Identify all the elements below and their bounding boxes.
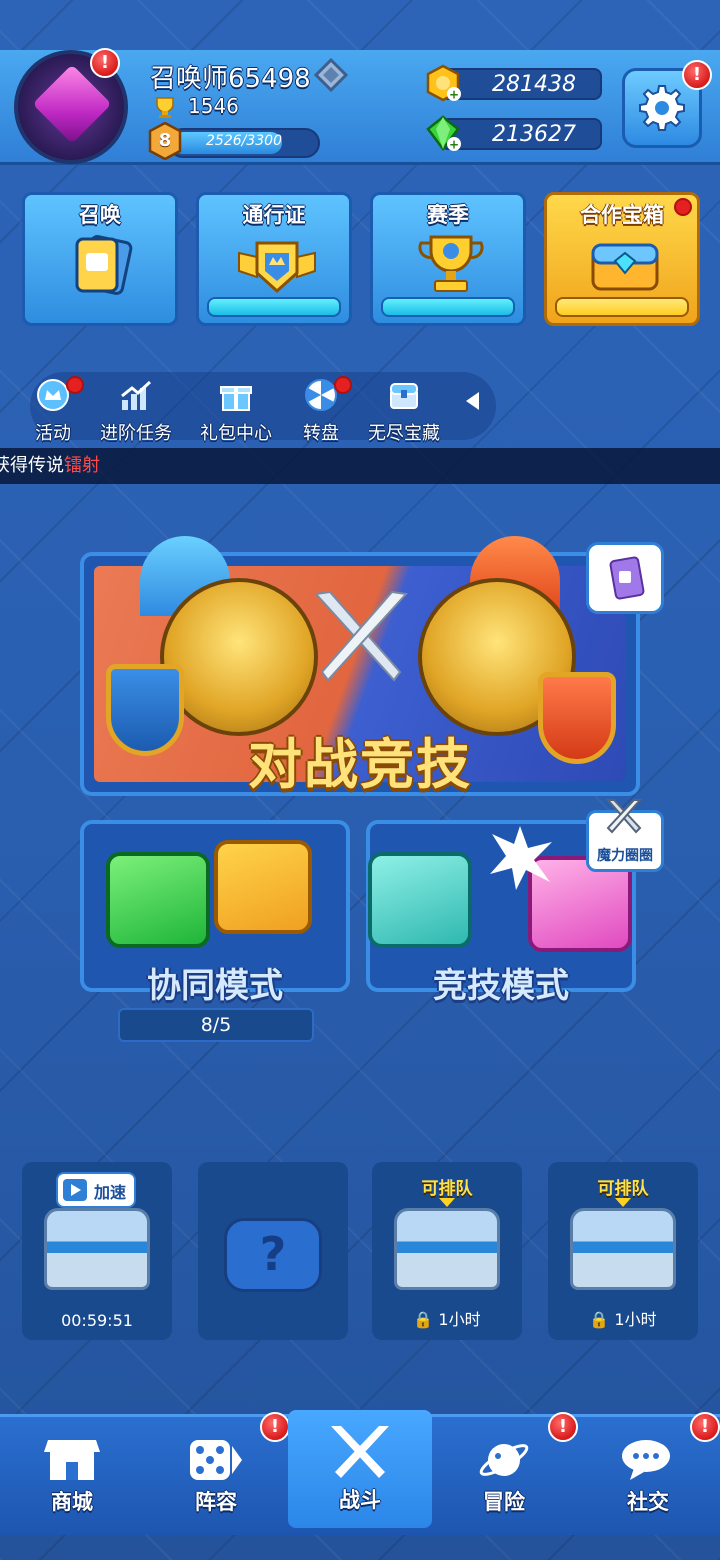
coop-attempts-counter: 8/5 xyxy=(118,1008,314,1042)
events-notification-dot xyxy=(66,376,84,394)
gift-box-icon xyxy=(220,386,252,411)
svg-text:+: + xyxy=(449,88,459,102)
planet-icon xyxy=(479,1444,529,1476)
social-alert-badge: ! xyxy=(690,1412,720,1442)
coop-chest-icon xyxy=(591,243,659,291)
chest-unlock-time: 🔒 1小时 xyxy=(589,1310,657,1329)
shop-storefront-icon xyxy=(44,1440,100,1480)
quick-gift-center[interactable]: 礼包中心 xyxy=(194,378,278,445)
chest-unlock-time: 🔒 1小时 xyxy=(413,1310,481,1329)
gear-icon xyxy=(639,85,685,131)
season-progress-bar xyxy=(381,297,515,317)
coop-chest-notification-dot xyxy=(674,198,692,216)
pass-crown-shield-icon xyxy=(238,241,316,294)
announcement-ticker: 获得传说镭射 xyxy=(0,448,720,484)
coop-chest-progress-bar xyxy=(555,297,689,317)
empty-slot-question-icon: ? xyxy=(224,1218,322,1292)
lineup-alert-badge: ! xyxy=(260,1412,290,1442)
impact-star-icon xyxy=(490,826,552,890)
level-badge: 8 xyxy=(148,121,182,161)
silver-chest-icon xyxy=(44,1208,150,1290)
treasure-chest-icon xyxy=(390,383,418,409)
silver-chest-icon xyxy=(570,1208,676,1290)
summon-cards-icon xyxy=(75,235,133,295)
mini-crossed-swords-icon xyxy=(605,799,643,834)
adventure-alert-badge: ! xyxy=(548,1412,578,1442)
collapse-menu-arrow-icon[interactable] xyxy=(466,392,479,410)
queue-arrow-icon xyxy=(439,1198,455,1207)
nav-shop[interactable]: 商城 xyxy=(0,1420,144,1530)
arena-card-deck-button[interactable] xyxy=(586,542,664,614)
summon-card[interactable]: 召唤 xyxy=(22,192,178,326)
chat-bubbles-icon xyxy=(622,1440,670,1480)
wheel-notification-dot xyxy=(334,376,352,394)
gold-coin-icon: + xyxy=(424,64,462,102)
chest-slot-2[interactable]: ? xyxy=(198,1162,348,1340)
pass-progress-bar xyxy=(207,297,341,317)
lock-icon: 🔒 xyxy=(589,1310,610,1329)
teal-dice-boxer-icon xyxy=(368,852,472,948)
xp-text: 2526/3300 xyxy=(206,133,282,149)
battle-pass-card[interactable]: 通行证 xyxy=(196,192,352,326)
trophy-icon xyxy=(152,96,178,118)
season-card[interactable]: 赛季 xyxy=(370,192,526,326)
queue-label: 可排队 xyxy=(421,1179,473,1199)
lock-icon: 🔒 xyxy=(413,1310,434,1329)
chest-slot-3[interactable]: 可排队 🔒 1小时 xyxy=(372,1162,522,1340)
ticker-highlight: 镭射 xyxy=(64,455,100,476)
trend-chart-icon xyxy=(121,380,152,410)
trophy-cup-icon xyxy=(418,235,484,292)
gem-counter[interactable]: 213627 xyxy=(440,118,602,150)
spin-wheel-icon xyxy=(305,379,337,411)
quick-advanced-tasks[interactable]: 进阶任务 xyxy=(94,378,178,445)
card-deck-icon xyxy=(609,556,645,600)
settings-alert-badge: ! xyxy=(682,60,712,90)
video-play-icon xyxy=(63,1179,87,1201)
svg-text:+: + xyxy=(449,138,459,152)
speed-up-button[interactable]: 加速 xyxy=(56,1172,136,1208)
dice-icon xyxy=(190,1440,242,1480)
coop-mode-title: 协同模式 xyxy=(147,966,283,1006)
green-gem-icon: + xyxy=(424,114,462,152)
chest-slot-4[interactable]: 可排队 🔒 1小时 xyxy=(548,1162,698,1340)
rank-badge-icon[interactable] xyxy=(313,57,349,93)
player-name: 召唤师65498 xyxy=(150,64,311,94)
battle-swords-icon xyxy=(331,1426,389,1478)
queue-arrow-icon xyxy=(615,1198,631,1207)
quick-endless-treasure[interactable]: 无尽宝藏 xyxy=(362,378,446,445)
crossed-swords-icon xyxy=(313,590,409,682)
silver-chest-icon xyxy=(394,1208,500,1290)
xp-bar: 2526/3300 xyxy=(168,128,320,158)
nav-battle[interactable]: 战斗 xyxy=(288,1410,432,1528)
ticker-text: 获得传说 xyxy=(0,455,64,476)
trophy-count: 1546 xyxy=(188,94,239,118)
arena-title: 对战竞技 xyxy=(248,733,472,796)
events-crown-icon xyxy=(37,379,69,411)
green-dice-monster-icon xyxy=(106,852,210,948)
gold-counter[interactable]: 281438 xyxy=(440,68,602,100)
queue-label: 可排队 xyxy=(597,1179,649,1199)
chest-timer: 00:59:51 xyxy=(61,1311,133,1330)
competitive-mode-title: 竞技模式 xyxy=(433,966,569,1006)
yellow-dice-monster-icon xyxy=(214,840,312,934)
avatar-alert-badge: ! xyxy=(90,48,120,78)
